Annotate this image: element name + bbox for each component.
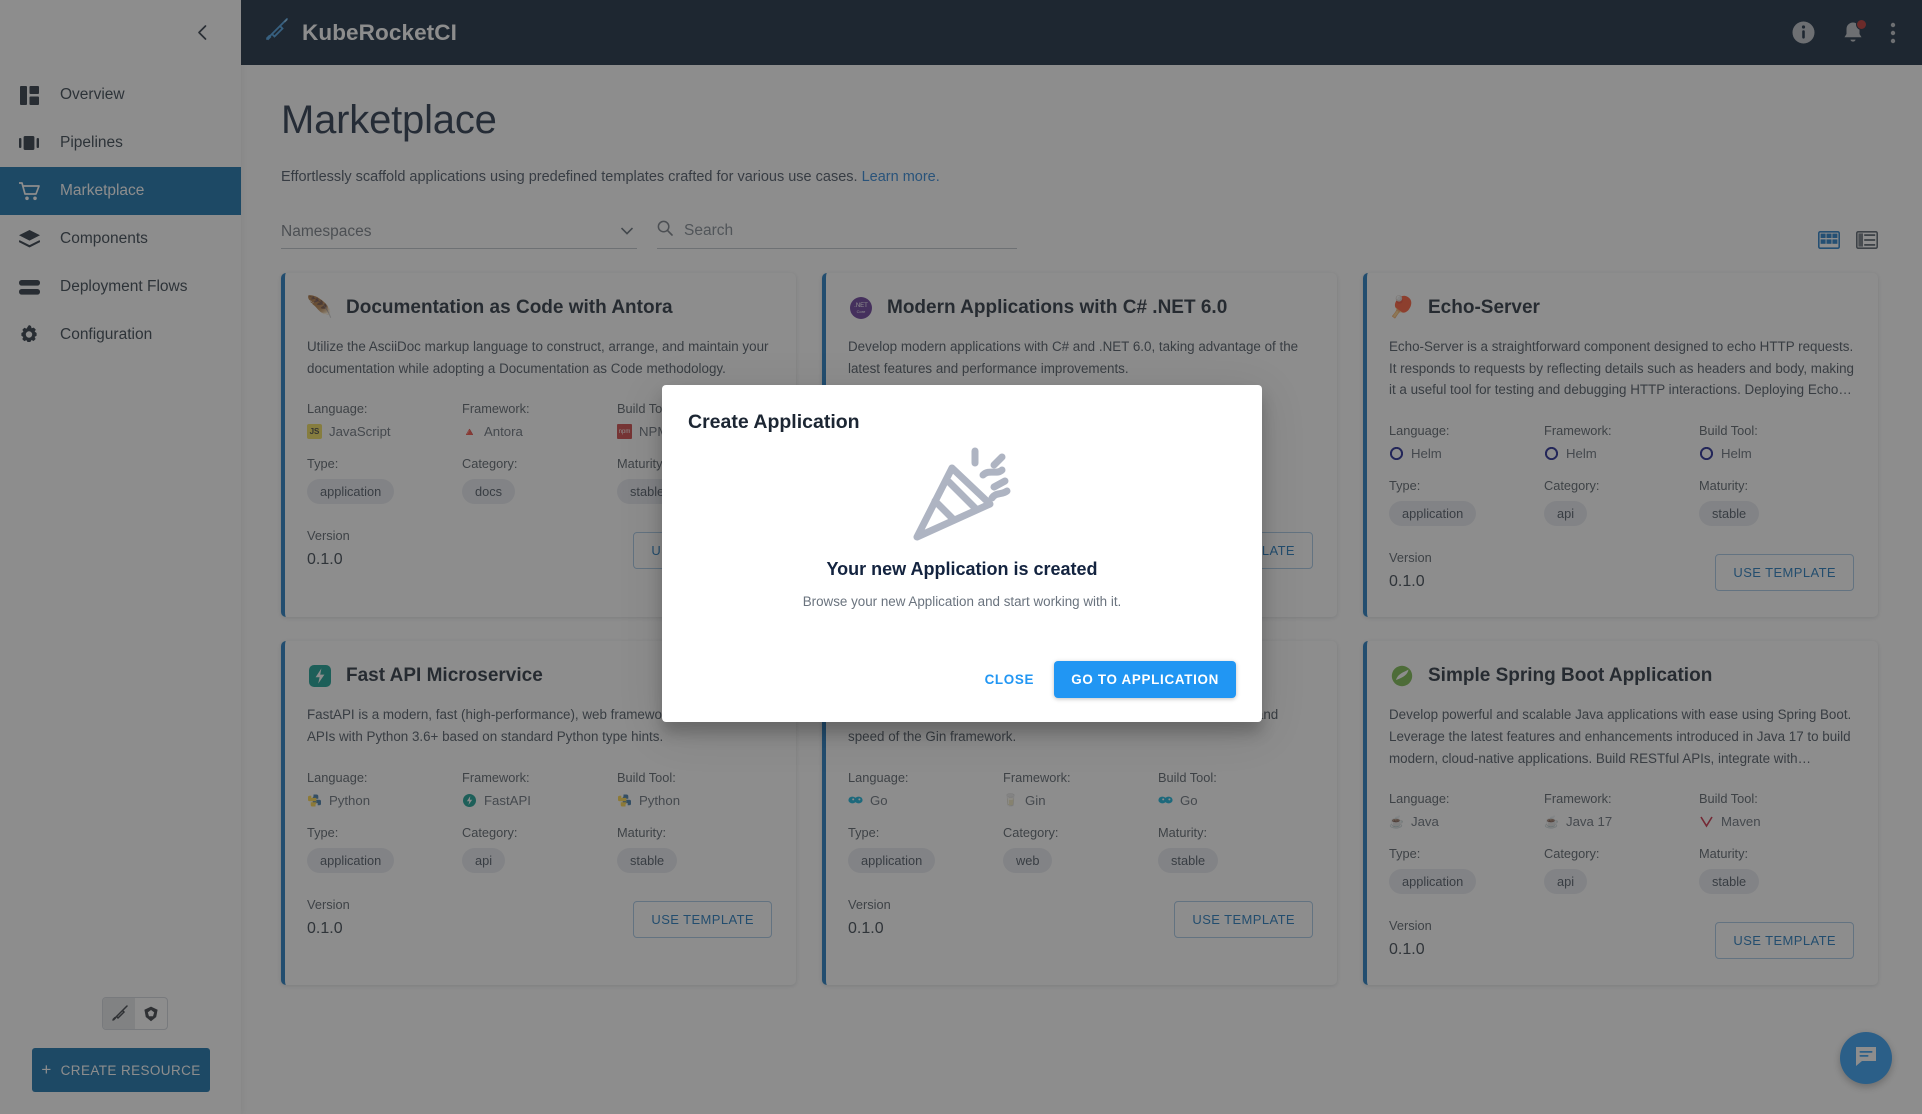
- dialog-title: Create Application: [662, 385, 1262, 434]
- create-application-dialog: Create Application Your new App: [662, 385, 1262, 722]
- app-root: Overview Pipelines Marketplace Component…: [0, 0, 1922, 1114]
- close-button[interactable]: CLOSE: [977, 663, 1043, 696]
- dialog-heading: Your new Application is created: [826, 559, 1097, 580]
- dialog-subtext: Browse your new Application and start wo…: [803, 594, 1122, 609]
- go-to-application-button[interactable]: GO TO APPLICATION: [1054, 661, 1236, 698]
- party-popper-icon: [906, 444, 1018, 553]
- dialog-actions: CLOSE GO TO APPLICATION: [662, 661, 1262, 722]
- dialog-body: Your new Application is created Browse y…: [662, 434, 1262, 661]
